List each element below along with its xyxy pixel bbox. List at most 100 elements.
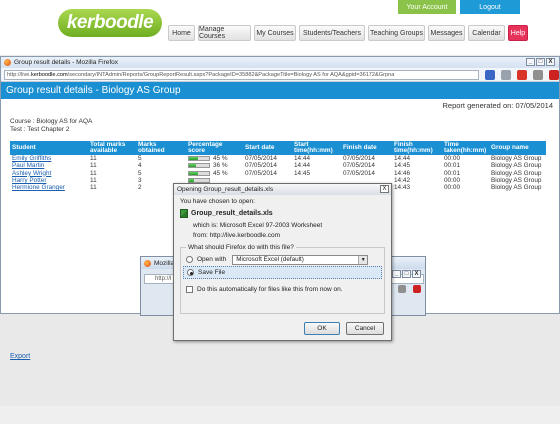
time-taken: 00:01 (444, 169, 460, 177)
student-name[interactable]: Emily Griffiths (10, 155, 88, 162)
auto-checkbox[interactable] (186, 286, 193, 293)
percentage-score: 45 % (186, 170, 243, 177)
score-bar (188, 163, 210, 169)
finish-date: 07/05/2014 (343, 162, 375, 170)
firefox-icon (4, 59, 11, 66)
marks-obtained: 5 (138, 169, 142, 177)
table-row: Ashley Wright 11 5 45 % 07/05/2014 14:45 07/05… (10, 170, 546, 177)
nav-help[interactable]: Help (508, 25, 528, 41)
file-source: from: http://live.kerboodle.com (193, 232, 281, 239)
site-header: Your Account Logout kerboodle Home Manag… (0, 0, 560, 55)
score-bar-fill (189, 179, 195, 183)
minimize-button[interactable]: _ (526, 58, 535, 66)
nav-home[interactable]: Home (168, 25, 195, 41)
maximize-button[interactable]: □ (536, 58, 545, 66)
total-marks: 11 (90, 155, 97, 162)
toolbar-notification-icon[interactable] (517, 69, 528, 80)
total-marks: 11 (90, 162, 97, 170)
close-button[interactable]: X (546, 58, 555, 66)
student-name[interactable]: Harry Potter (10, 177, 88, 184)
time-taken: 00:00 (444, 176, 460, 184)
score-bar (188, 170, 210, 176)
student-name[interactable]: Ashley Wright (10, 170, 88, 177)
open-with-radio[interactable] (186, 256, 193, 263)
bg-toolbar-icon[interactable] (398, 285, 406, 293)
group-name: Biology AS Group (491, 176, 542, 184)
marks-obtained: 5 (138, 155, 142, 162)
col-student: Student (10, 141, 88, 155)
save-file-option[interactable]: Save File (183, 266, 382, 279)
kerboodle-logo[interactable]: kerboodle (58, 9, 162, 37)
save-file-label: Save File (198, 269, 226, 276)
open-with-app-select[interactable]: Microsoft Excel (default) ▼ (232, 254, 369, 265)
report-generated: Report generated on: 07/05/2014 (442, 101, 553, 110)
your-account-button[interactable]: Your Account (398, 0, 456, 14)
finish-time: 14:42 (394, 176, 410, 184)
address-bar[interactable]: http://live. kerboodle.com/secondary/INTA… (4, 69, 480, 80)
finish-time: 14:45 (394, 162, 410, 170)
nav-students-teachers[interactable]: Students/Teachers (299, 25, 365, 41)
chosen-label: You have chosen to open: (180, 198, 255, 205)
student-name[interactable]: Hermione Granger (10, 184, 88, 191)
group-name: Biology AS Group (491, 162, 542, 170)
dialog-title: Opening Group_result_details.xls (177, 186, 274, 193)
url-prefix: http://live. (7, 71, 31, 78)
table-row: Emily Griffiths 11 5 45 % 07/05/2014 14:44 07/… (10, 155, 546, 162)
open-file-dialog: Opening Group_result_details.xls X You h… (173, 183, 392, 341)
toolbar-gear-icon[interactable] (501, 69, 512, 80)
finish-time: 14:46 (394, 169, 410, 177)
nav-messages[interactable]: Messages (428, 25, 465, 41)
bg-close-button[interactable]: X (412, 270, 421, 278)
logout-button[interactable]: Logout (460, 0, 520, 14)
ok-button[interactable]: OK (304, 322, 340, 335)
finish-time: 14:44 (394, 155, 410, 162)
total-marks: 11 (90, 169, 97, 177)
window-title: Group result details - Mozilla Firefox (14, 59, 119, 66)
start-time: 14:45 (294, 169, 310, 177)
nav-calendar[interactable]: Calendar (468, 25, 505, 41)
cancel-button[interactable]: Cancel (346, 322, 384, 335)
col-time-taken: Time taken(hh:mm) (442, 141, 489, 155)
url-path: /secondary/INTAdmin/Reports/GroupReportR… (67, 71, 395, 78)
score-bar-fill (189, 157, 198, 161)
auto-label: Do this automatically for files like thi… (197, 286, 343, 293)
toolbar-menu-icon[interactable] (549, 69, 559, 80)
auto-option[interactable]: Do this automatically for files like thi… (186, 283, 379, 296)
start-date: 07/05/2014 (245, 162, 277, 170)
file-row: Group_result_details.xls (180, 209, 385, 218)
nav-teaching-groups[interactable]: Teaching Groups (368, 25, 425, 41)
start-date: 07/05/2014 (245, 169, 277, 177)
time-taken: 00:01 (444, 162, 460, 170)
percentage-score: 45 % (186, 155, 243, 162)
toolbar-extension-icon[interactable] (485, 69, 496, 80)
nav-manage-courses[interactable]: Manage Courses (198, 25, 251, 41)
student-name[interactable]: Paul Martin (10, 162, 88, 169)
finish-date: 07/05/2014 (343, 169, 375, 177)
nav-my-courses[interactable]: My Courses (254, 25, 296, 41)
group-name: Biology AS Group (491, 155, 542, 162)
toolbar-mail-icon[interactable] (533, 69, 544, 80)
bg-maximize-button[interactable]: □ (402, 270, 411, 278)
save-file-radio[interactable] (187, 269, 194, 276)
bg-menu-icon[interactable] (413, 285, 421, 293)
percentage-score: 36 % (186, 162, 243, 169)
score-bar-fill (189, 164, 197, 168)
export-link[interactable]: Export (10, 353, 30, 360)
total-marks: 11 (90, 176, 97, 184)
col-finish-date: Finish date (341, 141, 392, 155)
col-start-date: Start date (243, 141, 292, 155)
finish-date: 07/05/2014 (343, 155, 375, 162)
open-with-option[interactable]: Open with Microsoft Excel (default) ▼ (186, 253, 379, 266)
dialog-close-button[interactable]: X (380, 185, 389, 193)
address-toolbar: http://live. kerboodle.com/secondary/INTA… (1, 68, 559, 82)
bg-minimize-button[interactable]: _ (392, 270, 401, 278)
score-label: 45 % (213, 155, 228, 162)
table-row: Paul Martin 11 4 36 % 07/05/2014 14:44 07/05/2… (10, 162, 546, 169)
finish-time: 14:43 (394, 184, 410, 192)
col-percentage: Percentage score (186, 141, 243, 155)
chevron-down-icon[interactable]: ▼ (358, 255, 368, 264)
course-info: Course : Biology AS for AQA Test : Test … (10, 118, 92, 134)
dialog-title-bar: Opening Group_result_details.xls X (174, 184, 391, 195)
action-question: What should Firefox do with this file? (188, 244, 294, 251)
score-label: 45 % (213, 169, 228, 177)
